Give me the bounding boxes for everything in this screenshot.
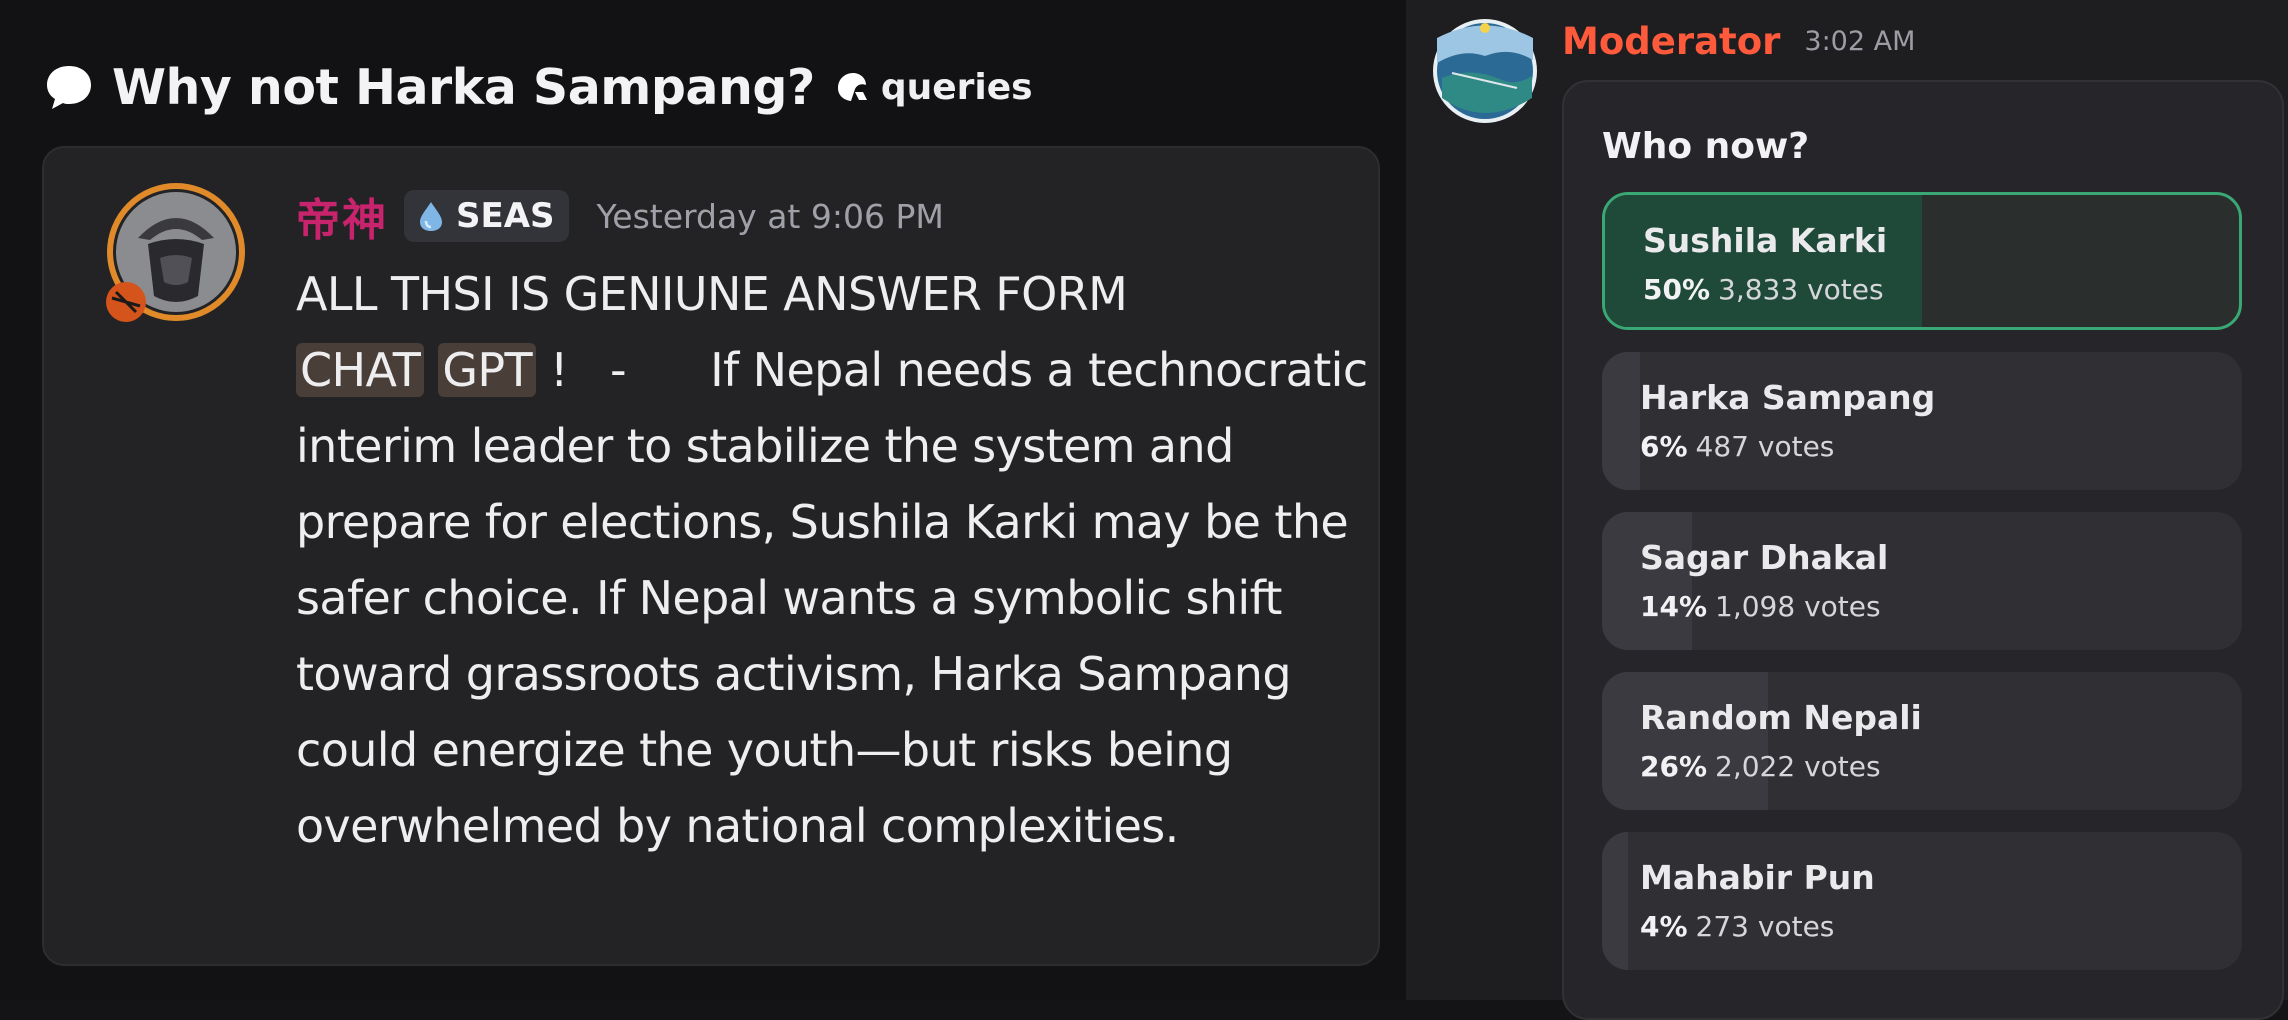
poll-option-stats: 26% 2,022 votes xyxy=(1640,750,1881,783)
poll-option[interactable]: Random Nepali 26% 2,022 votes xyxy=(1602,672,2242,810)
message-card: 帝神 SEAS Yesterday at 9:06 PM ALL THSI IS… xyxy=(42,146,1380,966)
message-lead: ALL THSI IS GENIUNE ANSWER FORM xyxy=(296,267,1128,321)
poll-option-bar xyxy=(1602,672,1769,810)
username[interactable]: 帝神 xyxy=(296,184,388,248)
poll-timestamp: 3:02 AM xyxy=(1804,25,1916,57)
user-avatar[interactable] xyxy=(98,178,248,328)
tag-label: queries xyxy=(880,66,1033,108)
poll-option-bar xyxy=(1602,512,1692,650)
poll-option-votes: 2,022 votes xyxy=(1715,750,1881,783)
poll-card: Who now? Sushila Karki 50% 3,833 votes Ha… xyxy=(1562,80,2284,1020)
poll-option-votes: 273 votes xyxy=(1695,910,1835,943)
guild-tag[interactable]: SEAS xyxy=(404,190,569,242)
poll-option-stats: 4% 273 votes xyxy=(1640,910,1834,943)
message-text: ! - If Nepal needs a technocratic interi… xyxy=(296,343,1382,853)
water-drop-icon xyxy=(420,202,442,231)
poll-option-votes: 1,098 votes xyxy=(1715,590,1881,623)
message-content: ALL THSI IS GENIUNE ANSWER FORM CHAT GPT … xyxy=(296,256,1368,864)
poll-pane: Moderator 3:02 AM Who now? Sushila Karki… xyxy=(1406,0,2288,1020)
poll-option-votes: 3,833 votes xyxy=(1718,273,1884,306)
poll-option[interactable]: Mahabir Pun 4% 273 votes xyxy=(1602,832,2242,970)
message-header: 帝神 SEAS Yesterday at 9:06 PM xyxy=(296,188,944,246)
poll-option-percent: 6% xyxy=(1640,430,1688,463)
highlight-chat: CHAT xyxy=(296,343,425,397)
poll-option-name: Sagar Dhakal xyxy=(1640,538,1889,577)
poll-option-stats: 14% 1,098 votes xyxy=(1640,590,1881,623)
highlight-gpt: GPT xyxy=(438,343,537,397)
thread-pane: Why not Harka Sampang? queries 帝神 SEAS Y… xyxy=(0,0,1406,1000)
tag-icon xyxy=(837,73,867,101)
poll-option-percent: 50% xyxy=(1643,273,1711,306)
poll-option-stats: 50% 3,833 votes xyxy=(1643,273,1884,306)
poll-option-percent: 4% xyxy=(1640,910,1688,943)
moderator-name[interactable]: Moderator xyxy=(1562,20,1780,63)
moderator-header: Moderator 3:02 AM xyxy=(1562,18,1915,64)
poll-option-percent: 14% xyxy=(1640,590,1708,623)
thread-tag[interactable]: queries xyxy=(833,67,1033,108)
poll-option-name: Sushila Karki xyxy=(1643,221,1888,260)
thread-title: Why not Harka Sampang? xyxy=(112,58,815,116)
poll-option-votes: 487 votes xyxy=(1695,430,1835,463)
poll-option-name: Random Nepali xyxy=(1640,698,1922,737)
poll-option[interactable]: Sushila Karki 50% 3,833 votes xyxy=(1602,192,2242,330)
poll-option-bar xyxy=(1605,195,1922,327)
poll-option-percent: 26% xyxy=(1640,750,1708,783)
poll-option-name: Harka Sampang xyxy=(1640,378,1936,417)
thread-header: Why not Harka Sampang? queries xyxy=(44,52,1033,122)
poll-option-bar xyxy=(1602,832,1628,970)
poll-option-stats: 6% 487 votes xyxy=(1640,430,1834,463)
poll-option[interactable]: Harka Sampang 6% 487 votes xyxy=(1602,352,2242,490)
poll-option[interactable]: Sagar Dhakal 14% 1,098 votes xyxy=(1602,512,2242,650)
poll-option-bar xyxy=(1602,352,1641,490)
speech-bubble-icon xyxy=(47,66,91,109)
poll-option-name: Mahabir Pun xyxy=(1640,858,1875,897)
guild-tag-label: SEAS xyxy=(456,196,555,236)
message-timestamp: Yesterday at 9:06 PM xyxy=(596,196,944,236)
poll-question: Who now? xyxy=(1602,126,1810,167)
moderator-avatar[interactable] xyxy=(1432,18,1538,124)
